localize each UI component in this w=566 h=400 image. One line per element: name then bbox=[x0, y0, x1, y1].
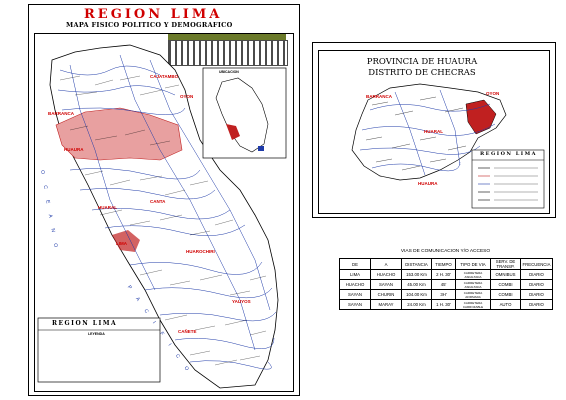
routes-table: DE A DISTANCIA TIEMPO TIPO DE VIA SERV. … bbox=[339, 258, 553, 310]
cell-distancia: 153.00 Km bbox=[401, 269, 432, 280]
right-legend-frame bbox=[471, 149, 545, 209]
cell-tiempo: 1 H. 30' bbox=[431, 299, 456, 310]
cell-de: SAYAN bbox=[339, 299, 371, 310]
cell-tiempo: 2 H. 30' bbox=[431, 269, 456, 280]
district-label-huaral: HUARAL bbox=[424, 129, 443, 134]
table-row: SAYAN MARAY 24.00 Km 1 H. 30' CARRETERA … bbox=[339, 299, 553, 310]
cell-tipo-de-via: CARRETERA ASFALTADA bbox=[455, 269, 491, 280]
cell-frecuencia: DIARIO bbox=[520, 279, 553, 290]
cell-serv-transp: OMNIBUS bbox=[490, 269, 521, 280]
routes-header-row: DE A DISTANCIA TIEMPO TIPO DE VIA SERV. … bbox=[339, 258, 553, 270]
header-tipo-de-via: TIPO DE VIA bbox=[455, 258, 491, 270]
cell-de: HUACHO bbox=[339, 279, 371, 290]
cell-tipo-de-via: CARRETERA CARROZABLE bbox=[455, 299, 491, 310]
cell-de: LIMA bbox=[339, 269, 371, 280]
header-a: A bbox=[370, 258, 402, 270]
cell-distancia: 24.00 Km bbox=[401, 299, 432, 310]
district-map bbox=[351, 83, 545, 209]
header-serv-transp: SERV. DE TRANSP. bbox=[490, 258, 521, 270]
cell-frecuencia: DIARIO bbox=[520, 299, 553, 310]
routes-table-caption: VIAS DE COMUNICACION Y/O ACCESO bbox=[400, 249, 491, 254]
cell-tiempo: 45' bbox=[431, 279, 456, 290]
header-de: DE bbox=[339, 258, 371, 270]
cell-serv-transp: AUTO bbox=[490, 299, 521, 310]
cell-serv-transp: COMBI bbox=[490, 289, 521, 300]
header-tiempo: TIEMPO bbox=[431, 258, 456, 270]
cell-a: MARAY bbox=[370, 299, 402, 310]
cell-a: CHURIN bbox=[370, 289, 402, 300]
cell-frecuencia: DIARIO bbox=[520, 269, 553, 280]
district-label-barranca: BARRANCA bbox=[366, 94, 392, 99]
cell-distancia: 45.00 Km bbox=[401, 279, 432, 290]
drawing-sheet: REGION LIMA MAPA FISICO POLITICO Y DEMOG… bbox=[0, 0, 566, 400]
right-legend-title: REGION LIMA bbox=[480, 151, 538, 157]
cell-tipo-de-via: CARRETERA ASFALTADA bbox=[455, 279, 491, 290]
district-label-huaura: HUAURA bbox=[418, 181, 438, 186]
cell-tipo-de-via: CARRETERA AFIRMADA bbox=[455, 289, 491, 300]
cell-de: SAYAN bbox=[339, 289, 371, 300]
cell-serv-transp: COMBI bbox=[490, 279, 521, 290]
cell-a: HUACHO bbox=[370, 269, 402, 280]
table-row: HUACHO SAYAN 45.00 Km 45' CARRETERA ASFA… bbox=[339, 279, 553, 290]
cell-tiempo: 3H' bbox=[431, 289, 456, 300]
table-row: SAYAN CHURIN 104.00 Km 3H' CARRETERA AFI… bbox=[339, 289, 553, 300]
cell-distancia: 104.00 Km bbox=[401, 289, 432, 300]
header-frecuencia: FRECUENCIA bbox=[520, 258, 553, 270]
table-row: LIMA HUACHO 153.00 Km 2 H. 30' CARRETERA… bbox=[339, 269, 553, 280]
header-distancia: DISTANCIA bbox=[401, 258, 432, 270]
district-label-oyon: OYON bbox=[486, 91, 500, 96]
cell-a: SAYAN bbox=[370, 279, 402, 290]
cell-frecuencia: DIARIO bbox=[520, 289, 553, 300]
